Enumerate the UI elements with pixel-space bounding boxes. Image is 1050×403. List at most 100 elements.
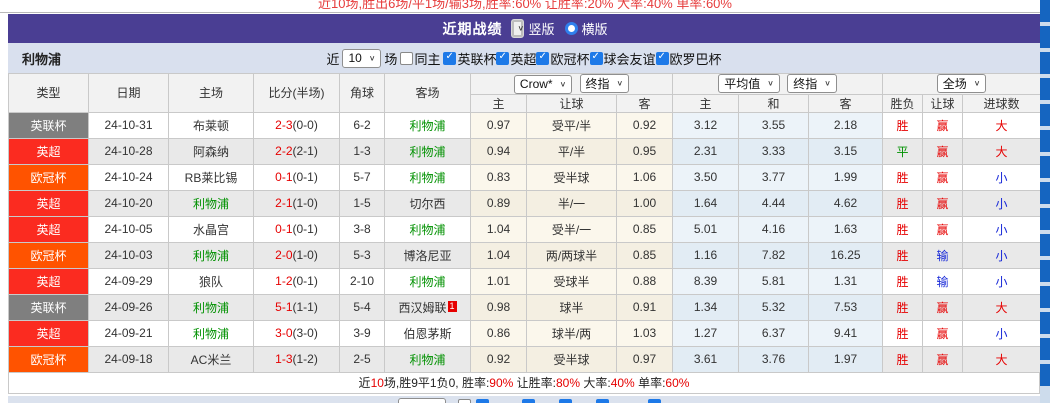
games-count-select[interactable]: 10 <box>342 48 382 68</box>
quick-nav-block[interactable] <box>1040 26 1050 48</box>
home-team[interactable]: 利物浦 <box>168 319 254 347</box>
score-cell: 2-3(0-0) <box>253 111 340 139</box>
away-team[interactable]: 利物浦 <box>384 137 471 165</box>
corners-cell: 5-4 <box>339 293 385 321</box>
date-cell: 24-09-26 <box>88 293 169 321</box>
league-cell: 英超 <box>8 267 89 295</box>
partial-checkbox-checked[interactable] <box>559 398 572 403</box>
quick-nav-block[interactable] <box>1040 286 1050 308</box>
home-team[interactable]: 阿森纳 <box>168 137 254 165</box>
corners-cell: 1-5 <box>339 189 385 217</box>
league-cell: 英联杯 <box>8 293 89 321</box>
summary-segment: 近 <box>358 376 371 390</box>
result-row: 英联杯 24-10-31 布莱顿 2-3(0-0) 6-2 利物浦 0.97 受平/半 0.92… <box>8 111 1042 139</box>
home-team[interactable]: RB莱比锡 <box>168 163 254 191</box>
checkbox-unchecked-icon[interactable] <box>400 51 414 65</box>
quick-nav-block[interactable] <box>1040 364 1050 386</box>
layout-radio-vertical[interactable]: 竖版 <box>511 19 555 38</box>
partial-checkbox-checked[interactable] <box>522 398 535 403</box>
euro-away-odds: 1.31 <box>808 267 884 295</box>
away-team[interactable]: 利物浦 <box>384 215 471 243</box>
partial-checkbox-checked[interactable] <box>476 398 489 403</box>
checkbox-checked-icon[interactable] <box>655 51 669 65</box>
radio-selected-icon[interactable] <box>511 19 525 38</box>
radio-unselected-icon[interactable] <box>564 22 578 35</box>
league-cell: 欧冠杯 <box>8 241 89 269</box>
handicap-result-cell: 赢 <box>922 137 964 165</box>
euro-away-odds: 1.99 <box>808 163 884 191</box>
home-team[interactable]: AC米兰 <box>168 345 254 373</box>
final-odds-select-asian[interactable]: 终指 <box>579 74 630 93</box>
full-score: 0-1 <box>275 222 293 236</box>
scope-select[interactable]: 全场 <box>936 74 987 94</box>
league-cell: 英超 <box>8 137 89 165</box>
radio-horizontal-label: 横版 <box>581 22 608 37</box>
average-select[interactable]: 平均值 <box>718 74 780 94</box>
checkbox-checked-icon[interactable] <box>496 51 510 65</box>
league-filter-item[interactable]: 欧罗巴杯 <box>655 49 722 68</box>
quick-nav-block[interactable] <box>1040 78 1050 100</box>
away-team[interactable]: 西汉姆联 1 <box>384 293 471 321</box>
quick-nav-block[interactable] <box>1040 260 1050 282</box>
euro-draw-odds: 6.37 <box>738 319 810 347</box>
away-team[interactable]: 利物浦 <box>384 267 471 295</box>
league-filter-item[interactable]: 英联杯 <box>443 49 496 68</box>
quick-nav-block[interactable] <box>1040 312 1050 334</box>
summary-segment: 60% <box>665 375 690 390</box>
league-filter-item[interactable]: 球会友谊 <box>589 49 656 68</box>
home-team[interactable]: 利物浦 <box>168 189 254 217</box>
partial-checkbox-checked[interactable] <box>648 398 661 403</box>
league-filter-item[interactable]: 英超 <box>496 49 536 68</box>
checkbox-checked-icon[interactable] <box>443 51 457 65</box>
away-team[interactable]: 博洛尼亚 <box>384 241 471 269</box>
handicap-home-odds: 1.04 <box>470 241 527 269</box>
handicap-away-odds: 1.00 <box>615 189 674 217</box>
home-team[interactable]: 利物浦 <box>168 241 254 269</box>
header-corner: 角球 <box>339 73 385 113</box>
league-cell: 英超 <box>8 319 89 347</box>
league-filter-label: 英超 <box>510 51 537 67</box>
league-filter-item[interactable]: 欧冠杯 <box>536 49 590 68</box>
quick-nav-block[interactable] <box>1040 104 1050 126</box>
league-filter-label: 球会友谊 <box>603 51 656 67</box>
half-score: (0-1) <box>292 222 318 236</box>
handicap-away-odds: 0.85 <box>615 241 674 269</box>
quick-nav-block[interactable] <box>1040 182 1050 204</box>
quick-nav-block[interactable] <box>1040 338 1050 360</box>
bookmaker-select[interactable]: Crow* <box>513 74 573 94</box>
partial-select[interactable] <box>398 397 446 403</box>
partial-checkbox-unchecked[interactable] <box>458 398 471 403</box>
home-team[interactable]: 布莱顿 <box>168 111 254 139</box>
handicap-result-cell: 输 <box>922 267 964 295</box>
away-team[interactable]: 利物浦 <box>384 345 471 373</box>
quick-nav-block[interactable] <box>1040 234 1050 256</box>
final-odds-select-euro[interactable]: 终指 <box>787 74 837 94</box>
home-team[interactable]: 利物浦 <box>168 293 254 321</box>
quick-nav-block[interactable] <box>1040 156 1050 178</box>
handicap-away-odds: 1.03 <box>615 319 674 347</box>
summary-row: 近 10 场,胜9平1负0, 胜率: 90% 让胜率: 80% 大率: 40% 单率: 60… <box>8 372 1040 394</box>
checkbox-checked-icon[interactable] <box>536 51 550 65</box>
page: 近10场,胜出6场/平1场/输3场,胜率:60% 让胜率:20% 大率:40% … <box>0 0 1050 403</box>
header-away: 客场 <box>384 73 471 113</box>
away-team[interactable]: 伯恩茅斯 <box>384 319 471 347</box>
away-team[interactable]: 切尔西 <box>384 189 471 217</box>
goals-over-under-cell: 小 <box>962 267 1042 295</box>
checkbox-checked-icon[interactable] <box>589 51 603 65</box>
score-cell: 0-1(0-1) <box>253 163 340 191</box>
quick-nav-block[interactable] <box>1040 130 1050 152</box>
quick-nav-block[interactable] <box>1040 0 1050 22</box>
away-team[interactable]: 利物浦 <box>384 163 471 191</box>
partial-checkbox-checked[interactable] <box>596 398 609 403</box>
away-team[interactable]: 利物浦 <box>384 111 471 139</box>
layout-radio-horizontal[interactable]: 横版 <box>564 19 608 38</box>
quick-nav-block[interactable] <box>1040 52 1050 74</box>
home-team[interactable]: 狼队 <box>168 267 254 295</box>
home-team[interactable]: 水晶宫 <box>168 215 254 243</box>
subheader-cell: 主 <box>470 93 527 113</box>
quick-nav-block[interactable] <box>1040 208 1050 230</box>
same-home-checkbox[interactable]: 同主 <box>400 49 440 68</box>
corners-cell: 6-2 <box>339 111 385 139</box>
handicap-away-odds: 0.88 <box>615 267 674 295</box>
result-cell: 胜 <box>882 189 924 217</box>
